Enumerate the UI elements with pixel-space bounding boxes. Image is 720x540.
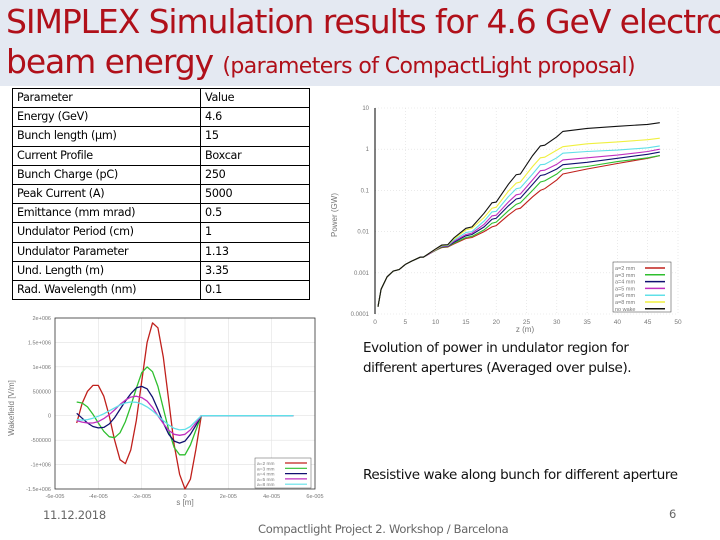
x-tick-label: 0 [373,319,377,326]
y-tick-label: 0 [48,414,51,420]
y-tick-label: 10 [362,106,369,112]
legend-label: a=6 mm [615,293,635,299]
x-tick-label: 10 [432,319,440,326]
parameter-table-body: Parameter Value Energy (GeV) 4.6 Bunch lengt… [12,87,310,301]
parameter-name: Bunch length (μm) [12,126,201,147]
legend-label: a=4 mm [257,472,274,478]
parameter-name: Bunch Charge (pC) [12,164,201,185]
footer-date: 11.12.2018 [43,508,106,522]
y-tick-label: 0.0001 [351,312,370,318]
legend-label: a=5 mm [615,286,635,292]
y-tick-label: -1e+006 [31,463,51,469]
parameter-value: Boxcar [200,145,310,166]
y-tick-label: -1.5e+006 [26,487,51,493]
y-tick-label: 0.01 [357,230,369,236]
power-caption-line2: different apertures (Averaged over pulse… [363,360,632,376]
power-chart-legend: a=2 mma=3 mma=4 mma=5 mma=6 mma=8 mmno w… [612,261,672,313]
parameter-name: Und. Length (m) [12,260,201,281]
legend-label: a=8 mm [257,482,274,488]
parameter-name: Undulator Parameter [12,241,201,262]
parameter-value: 0.5 [200,203,310,224]
parameter-value: 1 [200,222,310,243]
wakefield-chart-xlabel: s [m] [176,498,193,507]
legend-label: a=3 mm [615,273,635,279]
power-chart: 0 5 10 15 20 25 30 35 40 45 501010.10.010.0010.000… [330,106,682,334]
y-tick-label: 1.5e+006 [28,340,51,346]
y-tick-label: 0.1 [361,188,370,194]
power-chart-caption: Evolution of power in undulator region f… [363,338,713,378]
x-tick-label: 6e-005 [306,494,323,500]
legend-label: a=2 mm [257,461,274,467]
legend-label: a=8 mm [615,300,635,306]
y-tick-label: 0.001 [354,271,370,277]
wakefield-chart-ylabel: Wakefield [V/m] [7,380,16,436]
parameter-value: 3.35 [200,260,310,281]
x-tick-label: -4e-005 [89,494,108,500]
slide-title-line2-main: beam energy [6,42,214,81]
wakefield-chart: -6e-005 -4e-005 -2e-005 0 2e-005 4e-005 6e-005… [7,316,324,507]
slide-title-line2: beam energy (parameters of CompactLight … [6,42,720,87]
y-tick-label: 1 [366,147,370,153]
parameter-value: 1.13 [200,241,310,262]
table-row: Current Profile Boxcar [12,145,310,166]
table-row: Peak Current (A) 5000 [12,183,310,205]
x-tick-label: -6e-005 [46,494,65,500]
table-row: Emittance (mm mrad) 0.5 [12,203,310,224]
y-tick-label: 2e+006 [32,316,51,322]
table-row: Bunch length (μm) 15 [12,126,310,147]
x-tick-label: 5 [403,319,407,326]
parameter-name: Undulator Period (cm) [12,222,201,243]
x-tick-label: 4e-005 [263,494,280,500]
parameter-name: Emittance (mm mrad) [12,203,201,224]
table-row: Energy (GeV) 4.6 [12,107,310,128]
legend-label: a=2 mm [615,266,635,272]
table-row: Und. Length (m) 3.35 [12,260,310,281]
parameter-value: 5000 [200,183,310,205]
y-tick-label: 1e+006 [32,365,51,371]
power-chart-ylabel: Power (GW) [330,193,339,237]
x-tick-label: 35 [583,319,591,326]
legend-label: a=3 mm [257,466,274,472]
x-tick-label: 40 [614,319,622,326]
x-tick-label: -2e-005 [132,494,151,500]
slide-title-line1: SIMPLEX Simulation results for 4.6 GeV e… [6,2,720,41]
y-tick-label: 500000 [33,389,51,395]
x-tick-label: 20 [493,319,501,326]
page-number: 6 [669,507,677,521]
wakefield-chart-legend: a=2 mma=3 mma=4 mma=5 mma=8 mm [254,457,312,489]
power-chart-xlabel: z (m) [516,325,535,334]
x-tick-label: 2e-005 [220,494,237,500]
legend-label: no wake [615,307,636,313]
table-row: Bunch Charge (pC) 250 [12,164,310,185]
x-tick-label: 45 [644,319,652,326]
parameter-name: Rad. Wavelength (nm) [12,279,201,301]
y-tick-label: -500000 [31,438,51,444]
parameter-name: Current Profile [12,145,201,166]
parameter-value: 0.1 [200,279,310,301]
header-parameter: Parameter [12,87,201,109]
wake-chart-caption: Resistive wake along bunch for different… [363,467,678,483]
legend-label: a=5 mm [257,477,274,483]
parameter-table: Parameter Value Energy (GeV) 4.6 Bunch lengt… [12,87,310,301]
table-row: Undulator Parameter 1.13 [12,241,310,262]
power-caption-line1: Evolution of power in undulator region f… [363,340,629,356]
legend-label: a=4 mm [615,280,635,286]
table-row: Undulator Period (cm) 1 [12,222,310,243]
parameter-name: Peak Current (A) [12,183,201,205]
x-tick-label: 30 [553,319,561,326]
slide-title: SIMPLEX Simulation results for 4.6 GeV e… [6,2,720,87]
table-header-row: Parameter Value [12,87,310,109]
table-row: Rad. Wavelength (nm) 0.1 [12,279,310,301]
slide-subtitle: (parameters of CompactLight proposal) [222,54,635,79]
parameter-name: Energy (GeV) [12,107,201,128]
parameter-value: 4.6 [200,107,310,128]
header-value: Value [200,87,310,109]
footer-event: Compactlight Project 2. Workshop / Barce… [258,522,509,536]
x-tick-label: 50 [674,319,682,326]
parameter-value: 250 [200,164,310,185]
parameter-value: 15 [200,126,310,147]
x-tick-label: 15 [462,319,470,326]
